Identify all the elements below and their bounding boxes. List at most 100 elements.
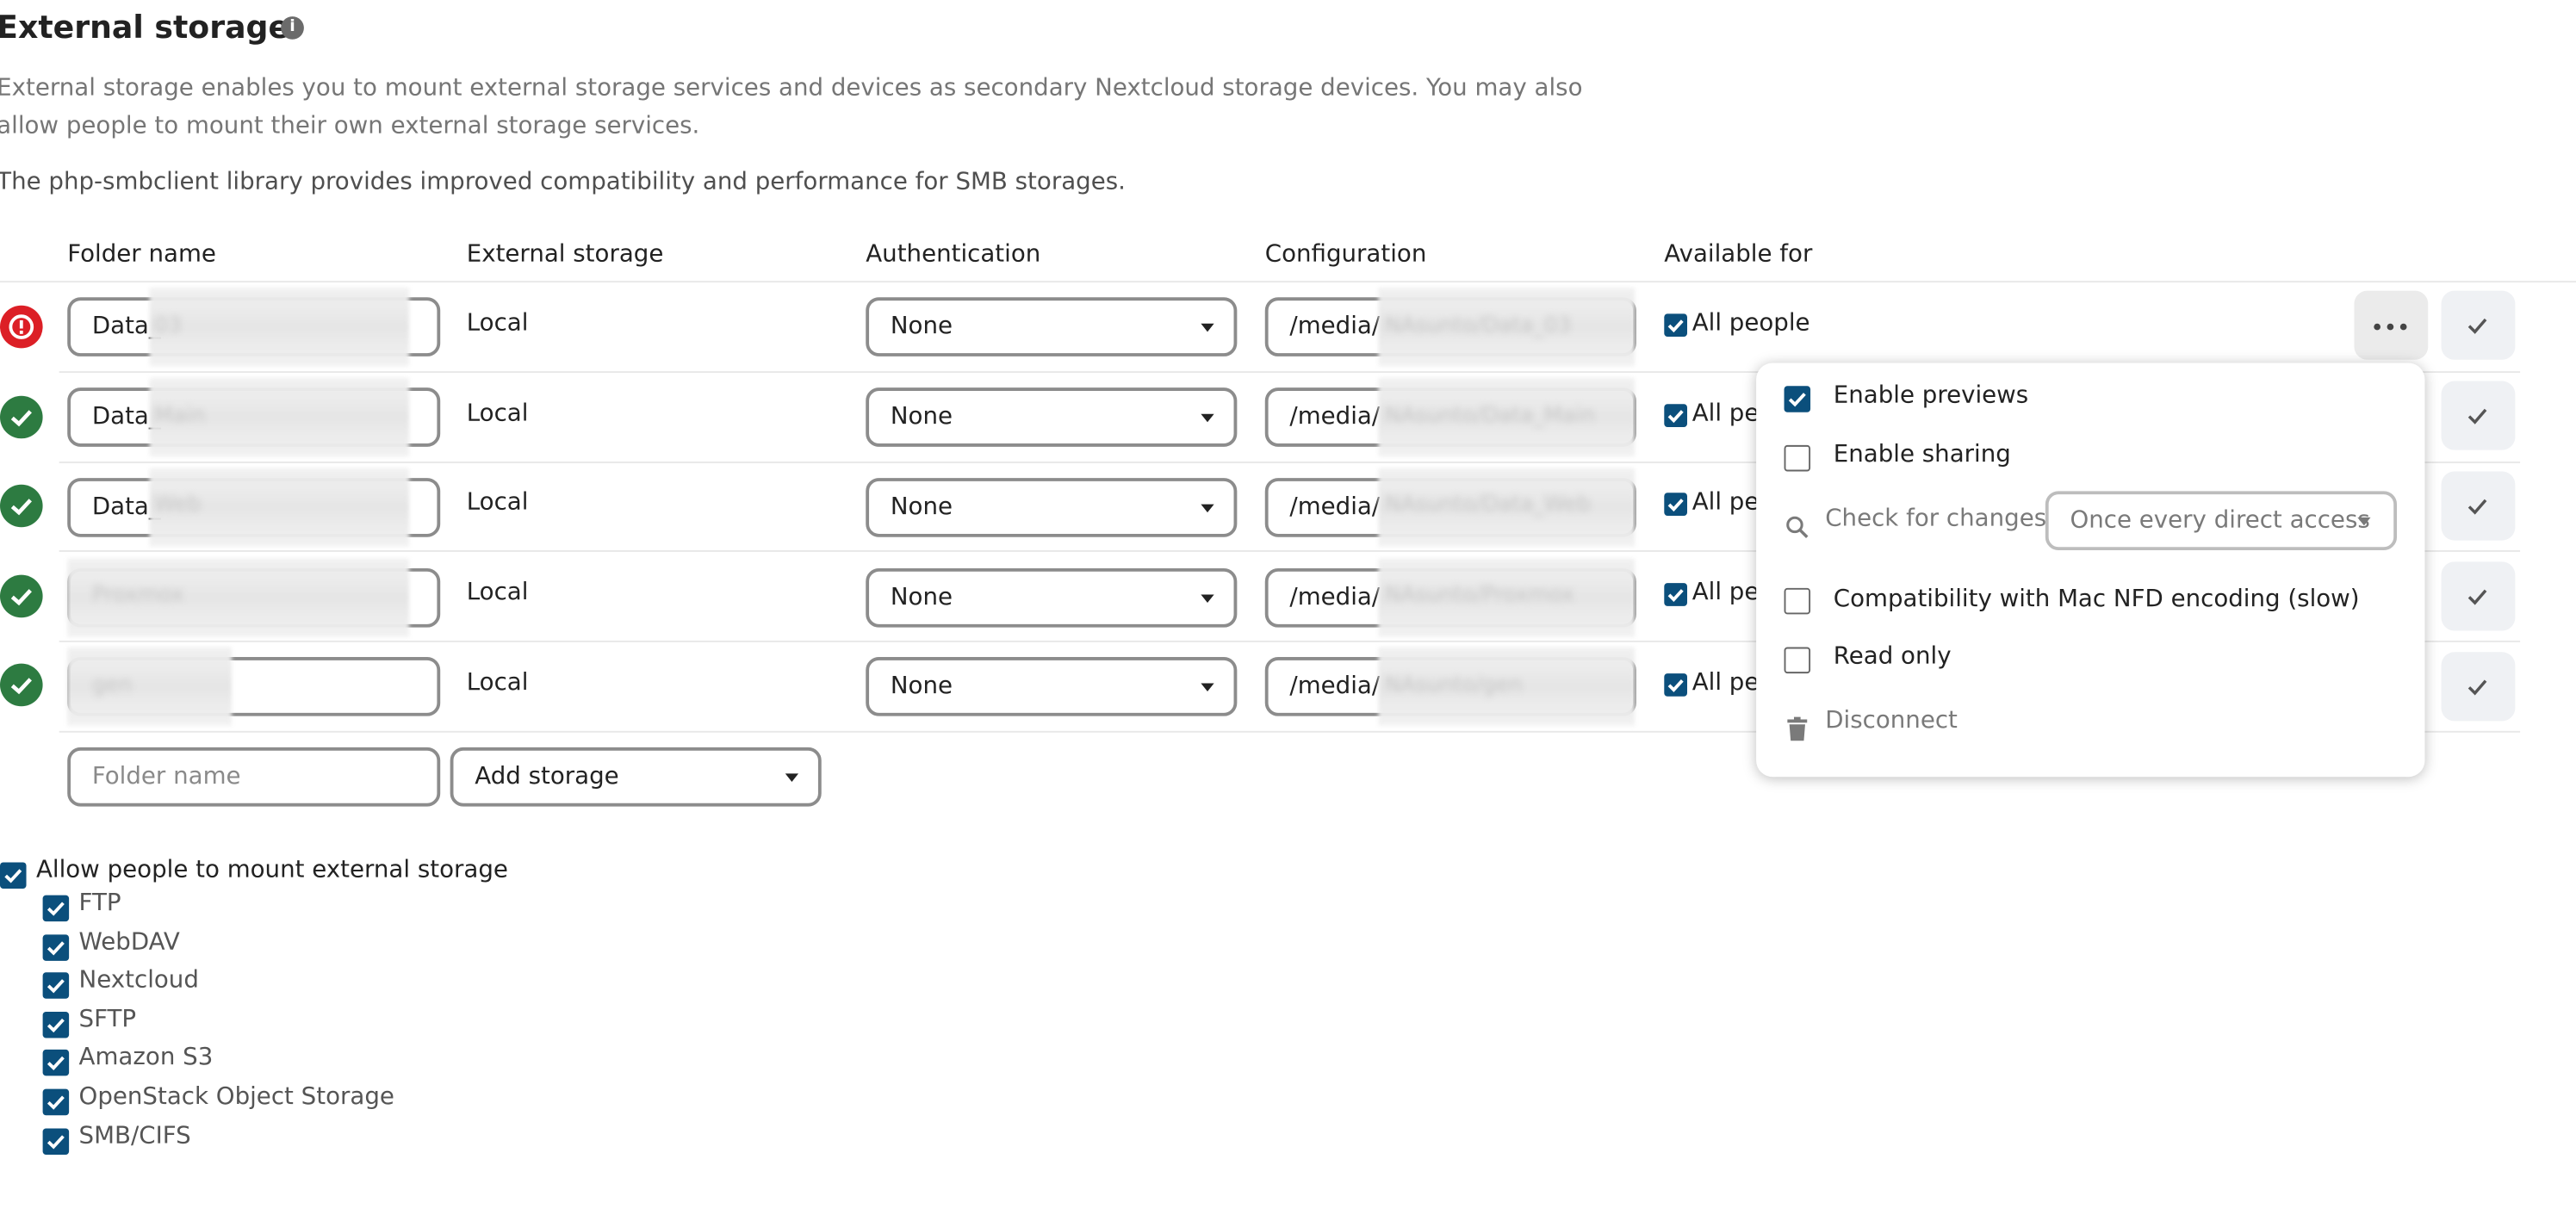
backend-label-openstack[interactable]: OpenStack Object Storage xyxy=(79,1084,394,1111)
more-horizontal-icon-dot xyxy=(2387,323,2394,331)
chevron-down-icon xyxy=(1201,413,1214,423)
available-for-label: All pe xyxy=(1691,670,1760,697)
available-for-checkbox[interactable] xyxy=(1664,313,1688,338)
alert-circle-icon xyxy=(0,305,43,349)
check-for-changes-select[interactable]: Once every direct access xyxy=(2045,491,2398,551)
check-icon xyxy=(2467,679,2487,696)
backend-label-nextcloud[interactable]: Nextcloud xyxy=(79,968,199,995)
available-for-checkbox[interactable] xyxy=(1664,583,1688,606)
chevron-down-icon xyxy=(1201,594,1214,604)
table-header-divider xyxy=(0,281,2576,283)
backend-checkbox-ftp[interactable] xyxy=(42,895,70,922)
smb-note: The php-smbclient library provides impro… xyxy=(0,169,1126,195)
enable-previews-label[interactable]: Enable previews xyxy=(1834,382,2028,409)
redacted-folder-suffix: Web xyxy=(154,493,202,518)
backend-label: Local xyxy=(466,310,529,338)
backend-label: Local xyxy=(466,580,529,606)
authentication-select[interactable]: None xyxy=(866,657,1238,716)
chevron-down-icon xyxy=(1201,683,1214,692)
redacted-path-suffix: NAsunto/Data_03 xyxy=(1385,313,1572,338)
backend-checkbox-openstack[interactable] xyxy=(42,1088,70,1116)
search-icon xyxy=(1786,516,1809,538)
allow-user-mounting-checkbox[interactable] xyxy=(0,862,27,889)
redacted-path-suffix: NAsunto/Data_Web xyxy=(1385,493,1591,518)
redacted-folder-suffix: 03 xyxy=(154,313,182,338)
chevron-down-icon xyxy=(1201,323,1214,332)
header-folder-name: Folder name xyxy=(67,241,216,268)
read-only-checkbox[interactable] xyxy=(1784,647,1811,674)
check-icon xyxy=(2467,499,2487,515)
chevron-down-icon xyxy=(1201,504,1214,513)
authentication-select[interactable]: None xyxy=(866,567,1238,628)
description-line-2: allow people to mount their own external… xyxy=(0,113,700,140)
mac-nfd-label[interactable]: Compatibility with Mac NFD encoding (slo… xyxy=(1834,586,2360,613)
check-circle-icon xyxy=(0,484,43,528)
check-circle-icon xyxy=(0,395,43,439)
check-for-changes-label: Check for changes xyxy=(1825,505,2047,533)
check-icon xyxy=(2467,318,2487,334)
authentication-select[interactable]: None xyxy=(866,478,1238,537)
authentication-select[interactable]: None xyxy=(866,297,1238,356)
chevron-down-icon xyxy=(785,773,799,782)
backend-label-amazon-s3[interactable]: Amazon S3 xyxy=(79,1044,214,1071)
chevron-down-icon xyxy=(2357,517,2371,526)
redacted-path-suffix: NAsunto/Data_Main xyxy=(1385,404,1595,429)
save-button[interactable] xyxy=(2441,381,2516,450)
more-horizontal-icon xyxy=(2374,323,2380,331)
backend-label-ftp[interactable]: FTP xyxy=(79,890,121,917)
enable-sharing-label[interactable]: Enable sharing xyxy=(1834,442,2011,468)
available-for-checkbox[interactable] xyxy=(1664,673,1688,697)
description-line-1: External storage enables you to mount ex… xyxy=(0,75,1583,102)
backend-label-smb-cifs[interactable]: SMB/CIFS xyxy=(79,1124,191,1150)
backend-checkbox-sftp[interactable] xyxy=(42,1012,70,1038)
backend-label: Local xyxy=(466,489,529,516)
save-button[interactable] xyxy=(2441,471,2516,541)
trash-icon xyxy=(1787,716,1808,741)
redacted-path-suffix: NAsunto/gen xyxy=(1385,673,1523,698)
read-only-label[interactable]: Read only xyxy=(1834,644,1952,671)
header-configuration: Configuration xyxy=(1264,241,1427,268)
backend-label: Local xyxy=(466,670,529,697)
backend-checkbox-amazon-s3[interactable] xyxy=(42,1049,70,1076)
available-for-label: All pe xyxy=(1691,400,1760,427)
allow-user-mounting-label[interactable]: Allow people to mount external storage xyxy=(36,858,508,884)
check-icon xyxy=(2467,589,2487,605)
external-storage-settings: External storage i External storage enab… xyxy=(0,0,2576,1212)
new-folder-name-input[interactable]: Folder name xyxy=(67,747,441,807)
enable-sharing-checkbox[interactable] xyxy=(1784,444,1811,472)
redacted-path-suffix: NAsunto/Proxmox xyxy=(1385,583,1574,608)
mac-nfd-checkbox[interactable] xyxy=(1784,587,1811,615)
mount-actions-menu: Enable previews Enable sharing Check for… xyxy=(1756,363,2425,778)
save-button[interactable] xyxy=(2441,561,2516,631)
redacted-folder-suffix: Main xyxy=(154,404,206,429)
more-horizontal-icon-dot xyxy=(2399,323,2407,331)
save-button[interactable] xyxy=(2441,652,2516,722)
backend-label-sftp[interactable]: SFTP xyxy=(79,1007,137,1033)
available-for-checkbox[interactable] xyxy=(1664,404,1688,427)
backend-label: Local xyxy=(466,400,529,427)
redacted-folder-name: Proxmox xyxy=(91,583,184,608)
check-circle-icon xyxy=(0,574,43,618)
backend-checkbox-smb-cifs[interactable] xyxy=(42,1128,70,1155)
redacted-region xyxy=(149,287,409,367)
add-storage-select[interactable]: Add storage xyxy=(450,747,822,807)
available-for-label: All pe xyxy=(1691,580,1760,606)
check-icon xyxy=(2467,408,2487,425)
page-title: External storage xyxy=(0,9,290,46)
header-available-for: Available for xyxy=(1664,241,1813,268)
backend-checkbox-webdav[interactable] xyxy=(42,934,70,961)
enable-previews-checkbox[interactable] xyxy=(1784,386,1811,412)
check-circle-icon xyxy=(0,663,43,707)
available-for-checkbox[interactable] xyxy=(1664,493,1688,516)
available-for-label: All pe xyxy=(1691,489,1760,516)
available-for-label: All people xyxy=(1691,310,1810,338)
more-actions-button[interactable] xyxy=(2354,290,2429,360)
backend-label-webdav[interactable]: WebDAV xyxy=(79,930,180,957)
info-icon[interactable]: i xyxy=(281,16,304,40)
authentication-select[interactable]: None xyxy=(866,387,1238,447)
disconnect-label: Disconnect xyxy=(1825,708,1958,734)
header-authentication: Authentication xyxy=(866,241,1041,268)
backend-checkbox-nextcloud[interactable] xyxy=(42,972,70,999)
redacted-folder-name: gen xyxy=(91,673,133,698)
save-button[interactable] xyxy=(2441,290,2516,360)
